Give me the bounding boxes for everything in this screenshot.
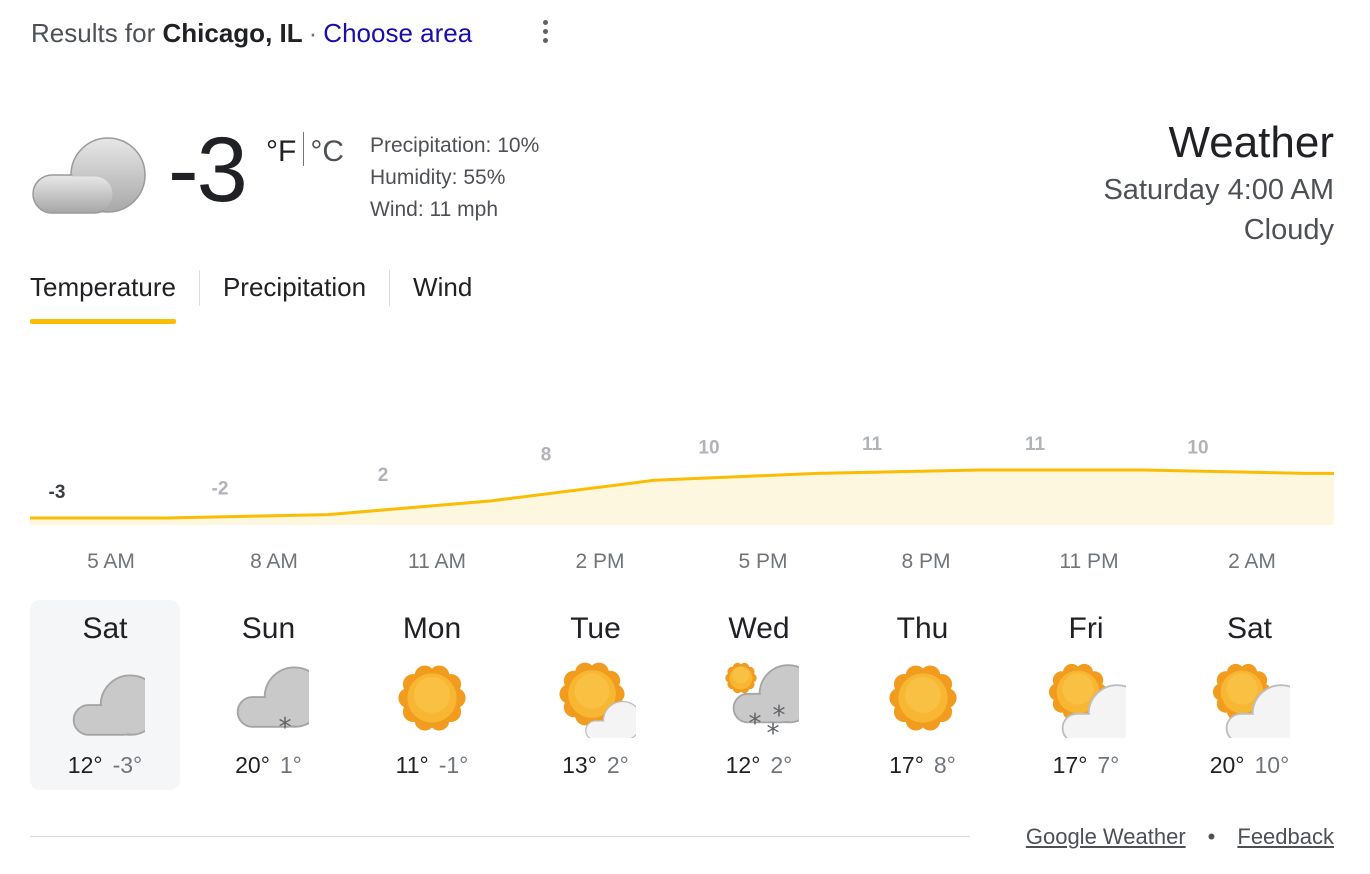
results-header: Results for Chicago, IL · Choose area	[31, 18, 472, 49]
day-name: Mon	[402, 612, 462, 645]
sunny-icon	[392, 658, 472, 738]
svg-text:*: *	[749, 709, 762, 738]
day-temps: 12° -3°	[30, 752, 180, 779]
day-temps: 17° 8°	[848, 752, 998, 779]
chart-data-label: 8	[541, 444, 552, 465]
cloudy-icon	[65, 658, 162, 738]
weather-summary: Weather Saturday 4:00 AM Cloudy	[1103, 116, 1334, 250]
hour-label[interactable]: 8 PM	[866, 550, 986, 574]
day-card[interactable]: Mon 11° -1°	[357, 600, 507, 790]
snow-showers-icon: * * *	[719, 658, 818, 749]
day-name: Tue	[570, 612, 621, 645]
chart-data-label: -3	[49, 482, 66, 503]
current-temperature: -3	[168, 119, 248, 221]
day-low: 1°	[279, 752, 302, 778]
hour-label[interactable]: 2 AM	[1192, 550, 1312, 574]
hour-label[interactable]: 2 PM	[540, 550, 660, 574]
partly-cloudy-icon	[1210, 658, 1311, 744]
day-low: 8°	[933, 752, 956, 778]
precipitation-text: Precipitation: 10%	[370, 134, 540, 157]
header-separator: ·	[308, 18, 318, 48]
wind-text: Wind: 11 mph	[370, 198, 498, 221]
day-name: Fri	[1068, 612, 1104, 645]
location-name: Chicago, IL	[162, 18, 303, 48]
hour-label[interactable]: 11 AM	[377, 550, 497, 574]
sunny-icon	[883, 658, 963, 738]
footer-divider	[30, 836, 970, 837]
day-low: -1°	[438, 752, 469, 778]
svg-text:*: *	[767, 719, 780, 738]
chart-data-label: 11	[1025, 434, 1046, 455]
chart-data-label: 11	[862, 434, 883, 455]
cloudy-icon	[32, 137, 146, 214]
current-details: Precipitation: 10% Humidity: 55% Wind: 1…	[370, 130, 539, 226]
choose-area-link[interactable]: Choose area	[323, 18, 472, 48]
daily-forecast: Sat 12° -3° Sun * 20° 1° Mon 11° -1° Tue 13° 2° Wed * *…	[30, 600, 1334, 790]
day-card[interactable]: Fri 17° 7°	[1011, 600, 1161, 790]
day-card[interactable]: Sun * 20° 1°	[194, 600, 344, 790]
hour-label[interactable]: 5 AM	[51, 550, 171, 574]
day-temps: 20° 1°	[194, 752, 344, 779]
day-low: -3°	[112, 752, 143, 778]
fahrenheit-toggle[interactable]: °F	[266, 135, 296, 168]
day-temps: 11° -1°	[357, 752, 507, 779]
day-card[interactable]: Sat 12° -3°	[30, 600, 180, 790]
day-high: 12°	[67, 752, 103, 778]
day-name: Wed	[728, 612, 790, 645]
tab-temperature[interactable]: Temperature	[30, 268, 176, 324]
day-card[interactable]: Sat 20° 10°	[1175, 600, 1325, 790]
tab-wind[interactable]: Wind	[413, 268, 472, 324]
hour-label[interactable]: 8 AM	[214, 550, 334, 574]
day-temps: 20° 10°	[1175, 752, 1325, 779]
day-low: 10°	[1254, 752, 1290, 778]
weather-title: Weather	[1168, 118, 1335, 167]
feedback-link[interactable]: Feedback	[1237, 824, 1334, 849]
day-low: 7°	[1097, 752, 1120, 778]
day-temps: 17° 7°	[1011, 752, 1161, 779]
celsius-toggle[interactable]: °C	[310, 135, 344, 168]
day-high: 20°	[1209, 752, 1245, 778]
mostly-sunny-icon	[556, 658, 643, 741]
day-name: Sun	[241, 612, 296, 645]
tab-precipitation[interactable]: Precipitation	[223, 268, 366, 324]
google-weather-link[interactable]: Google Weather	[1026, 824, 1186, 849]
day-high: 13°	[562, 752, 597, 778]
hour-label[interactable]: 11 PM	[1029, 550, 1149, 574]
chart-tabs: Temperature Precipitation Wind	[30, 268, 472, 328]
day-name: Sat	[82, 612, 128, 645]
hour-label[interactable]: 5 PM	[703, 550, 823, 574]
day-low: 2°	[770, 752, 793, 778]
day-card[interactable]: Thu 17° 8°	[848, 600, 998, 790]
day-high: 17°	[889, 752, 924, 778]
day-card[interactable]: Tue 13° 2°	[521, 600, 671, 790]
humidity-text: Humidity: 55%	[370, 166, 506, 189]
weather-condition: Cloudy	[1243, 214, 1334, 246]
weather-datetime: Saturday 4:00 AM	[1103, 174, 1334, 206]
footer-bullet: •	[1207, 824, 1216, 849]
unit-toggle: °F °C	[266, 132, 344, 169]
day-name: Sat	[1226, 612, 1273, 645]
chart-data-label: 10	[698, 437, 719, 458]
day-temps: 12° 2°	[684, 752, 834, 779]
day-high: 20°	[235, 752, 270, 778]
footer: Google Weather • Feedback	[1026, 824, 1334, 850]
chart-data-label: 10	[1187, 437, 1208, 458]
cloudy-snow-icon: *	[229, 658, 325, 743]
chart-data-label: -2	[212, 479, 229, 500]
day-high: 12°	[725, 752, 761, 778]
hour-labels: 5 AM 8 AM 11 AM 2 PM 5 PM 8 PM 11 PM 2 AM	[30, 550, 1334, 580]
temperature-chart: -3 -2 2 8 10 11 11 10	[30, 434, 1334, 525]
day-name: Thu	[896, 612, 949, 645]
svg-text:*: *	[278, 713, 291, 738]
day-low: 2°	[606, 752, 629, 778]
day-card[interactable]: Wed * * * 12° 2°	[684, 600, 834, 790]
day-high: 17°	[1052, 752, 1088, 778]
partly-cloudy-icon	[1046, 658, 1147, 744]
day-temps: 13° 2°	[521, 752, 671, 779]
more-options-icon[interactable]	[532, 20, 558, 50]
results-prefix: Results for	[31, 18, 156, 48]
day-high: 11°	[395, 752, 429, 778]
chart-data-label: 2	[378, 465, 389, 486]
